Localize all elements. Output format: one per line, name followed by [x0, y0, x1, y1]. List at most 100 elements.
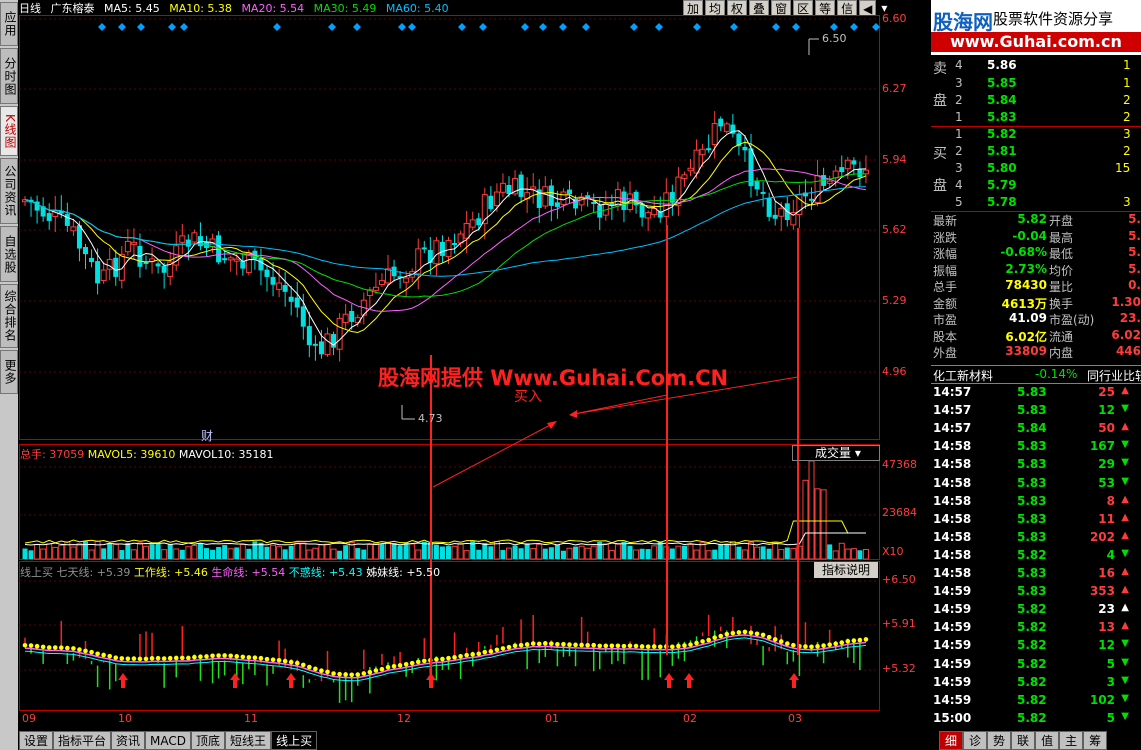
tab-detail[interactable]: 细 [939, 731, 964, 750]
sell-level-3[interactable]: 3 5.85 1 [931, 76, 1141, 92]
sell-level-2[interactable]: 2 5.84 2 [931, 93, 1141, 109]
volume-bar [621, 541, 627, 559]
tab-more[interactable]: 更多 [0, 350, 18, 394]
candle-body [699, 148, 706, 156]
tab-indicator-platform[interactable]: 指标平台 [53, 731, 112, 750]
toolbar-add-button[interactable]: 加 [683, 0, 704, 16]
sector-bar[interactable]: 化工新材料 -0.14% 同行业比较 [931, 365, 1141, 384]
tab-watchlist[interactable]: 自选股 [0, 226, 18, 282]
signal-diamond-icon [398, 23, 406, 31]
toolbar-window-button[interactable]: 窗 [771, 0, 792, 16]
tab-app[interactable]: 应用 [0, 2, 18, 46]
tab-company-info[interactable]: 公司资讯 [0, 158, 18, 224]
sell-level-4[interactable]: 4 5.86 1 [931, 58, 1141, 74]
buy-level-4[interactable]: 4 5.79 [931, 178, 1141, 194]
indicator-series [22, 614, 869, 703]
toolbar-overlay-button[interactable]: 叠 [749, 0, 770, 16]
work-line-dot [161, 656, 167, 661]
toolbar-avg-button[interactable]: 均 [705, 0, 726, 16]
volume-bar [355, 548, 361, 559]
candle-body [300, 306, 306, 327]
tab-value[interactable]: 值 [1035, 731, 1060, 750]
signal-diamond-icon [559, 23, 567, 31]
ma60-label: MA60: 5.40 [385, 2, 449, 15]
level-volume: 3 [1123, 127, 1131, 141]
tab-line-buy[interactable]: 线上买 [271, 731, 318, 750]
buy-level-2[interactable]: 2 5.81 2 [931, 144, 1141, 160]
candle-body [336, 317, 343, 350]
tab-top-bottom[interactable]: 顶底 [191, 731, 226, 750]
arrow-up-icon: ▲ [1121, 421, 1129, 433]
seven-day-line-label: 七天线: +5.39 [56, 566, 131, 579]
tick-row: 14:58 5.83 202 ▲ [931, 530, 1141, 546]
scroll-left-icon[interactable]: ◀ [859, 0, 877, 16]
tab-settings[interactable]: 设置 [19, 731, 54, 750]
candle-body [518, 174, 524, 197]
tick-time: 14:59 [933, 620, 972, 635]
toolbar-range-button[interactable]: 区 [793, 0, 814, 16]
stat-row: 外盘 33809 内盘 446 [931, 344, 1141, 360]
work-line-dot [609, 643, 615, 649]
buy-level-5[interactable]: 5 5.78 3 [931, 195, 1141, 211]
buy-level-1[interactable]: 1 5.82 3 [931, 127, 1141, 143]
mavol10-label: MAVOL10: 35181 [178, 448, 274, 461]
toolbar-info-button[interactable]: 信息 [837, 0, 858, 32]
arrow-up-icon: ▲ [1121, 602, 1129, 614]
tick-volume: 12 [1098, 638, 1115, 653]
sell-level-1[interactable]: 1 5.83 2 [931, 110, 1141, 126]
stat-value: 6.02 [1111, 327, 1141, 342]
work-line-dot [319, 668, 324, 674]
level-number: 4 [955, 58, 963, 72]
tab-chips[interactable]: 筹 [1083, 731, 1108, 750]
buy-arrow-icon [664, 673, 674, 688]
tick-time: 15:00 [933, 710, 972, 725]
tab-main-force[interactable]: 主 [1059, 731, 1084, 750]
tick-price: 5.83 [1017, 439, 1047, 454]
total-volume-label: 总手: 37059 [20, 448, 85, 461]
tab-trend[interactable]: 势 [987, 731, 1012, 750]
volume-indicator-select[interactable]: 成交量 ▾ [792, 445, 880, 461]
work-line-dot [827, 642, 832, 647]
stat-row: 涨跌 -0.04 最高 5. [931, 229, 1141, 245]
tab-related[interactable]: 联 [1011, 731, 1036, 750]
tab-news[interactable]: 资讯 [111, 731, 146, 750]
volume-bar [832, 550, 839, 560]
volume-bar [88, 549, 95, 560]
work-line-dot [645, 644, 651, 649]
volume-bar [112, 543, 119, 560]
stat-row: 最新 5.82 开盘 5. [931, 212, 1141, 228]
tick-volume: 4 [1106, 547, 1115, 562]
tick-row: 14:57 5.83 25 ▲ [931, 385, 1141, 401]
tab-kline[interactable]: K线图 [0, 106, 18, 156]
buy-level-3[interactable]: 3 5.80 15 [931, 161, 1141, 177]
chart-toolbar: 加 均 权 叠 窗 区 等 信息 ◀ ▾ [683, 0, 891, 32]
volume-bar [500, 550, 506, 559]
volume-bar [264, 546, 270, 559]
candle-body [318, 341, 324, 355]
volume-bar [372, 542, 379, 560]
toolbar-equal-button[interactable]: 等 [815, 0, 836, 16]
arrow-up-icon: ▲ [1121, 529, 1129, 541]
candle-body [70, 226, 77, 232]
tab-intraday[interactable]: 分时图 [0, 48, 18, 104]
volume-bar [439, 546, 445, 559]
tick-price: 5.82 [1017, 656, 1047, 671]
quote-stats: 最新 5.82 开盘 5. 涨跌 -0.04 最高 5. 涨幅 -0.68% 最低 5. 振幅 2.73%… [931, 212, 1141, 362]
tab-diagnose[interactable]: 诊 [963, 731, 988, 750]
volume-bar [40, 548, 47, 560]
stat-value: 5. [1128, 261, 1141, 276]
tab-short-term-king[interactable]: 短线王 [225, 731, 272, 750]
buy-arrow-icon [230, 673, 240, 688]
tick-row: 14:58 5.83 167 ▼ [931, 439, 1141, 455]
ma-line [24, 173, 866, 298]
signal-diamond-icon [792, 23, 800, 31]
volume-info-bar: 总手: 37059 MAVOL5: 39610 MAVOL10: 35181 [20, 446, 273, 462]
sector-compare-link[interactable]: 同行业比较 [1087, 367, 1141, 384]
volume-bar [566, 547, 573, 560]
financial-report-marker[interactable]: 财 [201, 427, 213, 444]
indicator-help-button[interactable]: 指标说明 [814, 562, 878, 578]
tab-ranking[interactable]: 综合排名 [0, 284, 18, 348]
tab-macd[interactable]: MACD [145, 731, 192, 750]
toolbar-rights-button[interactable]: 权 [727, 0, 748, 16]
volume-bar [409, 543, 416, 560]
